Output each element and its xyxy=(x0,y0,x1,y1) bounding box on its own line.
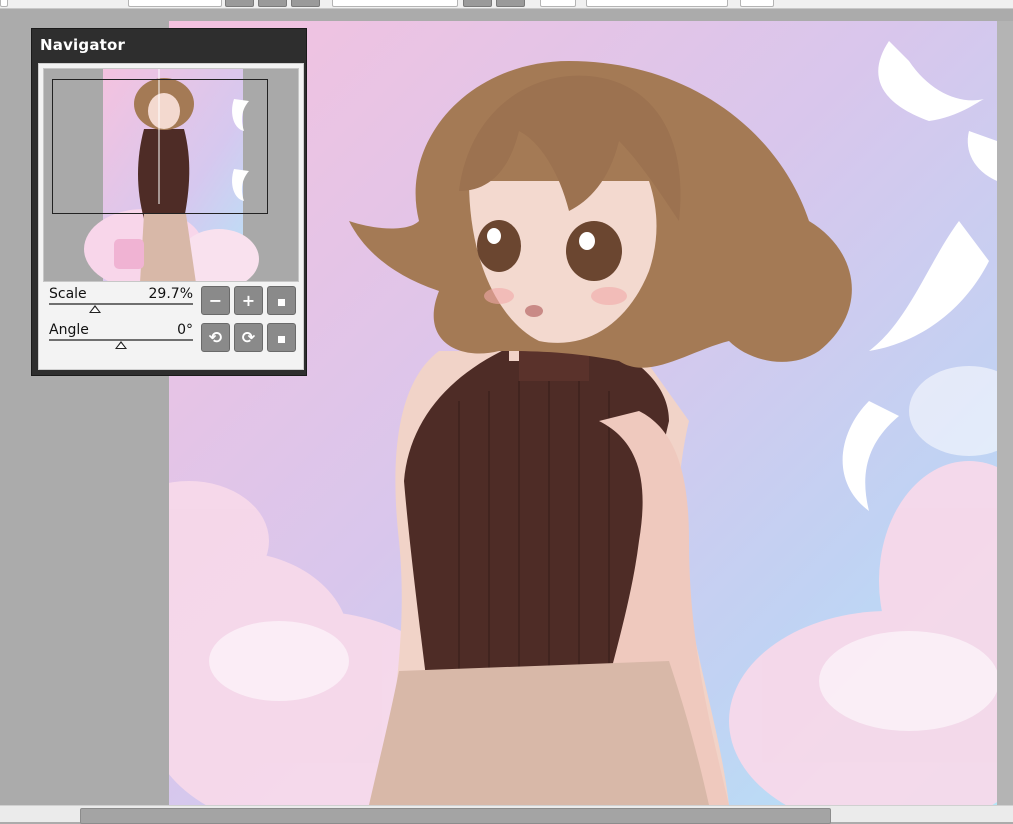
rotate-right-button[interactable]: ⟳ xyxy=(234,323,263,352)
angle-value: 0° xyxy=(177,322,193,338)
toolbar-field[interactable] xyxy=(0,0,8,7)
square-icon xyxy=(278,299,285,306)
toolbar-field[interactable] xyxy=(128,0,222,7)
navigator-panel[interactable]: Navigator Scale 29.7% Angle 0° − + ⟲ ⟳ xyxy=(31,28,307,376)
square-icon xyxy=(278,336,285,343)
scale-label: Scale xyxy=(49,286,87,302)
plus-icon: + xyxy=(241,291,256,310)
horizontal-scrollbar[interactable] xyxy=(0,805,1013,824)
navigator-title: Navigator xyxy=(40,36,126,54)
toolbar-button[interactable] xyxy=(496,0,525,7)
minus-icon: − xyxy=(208,291,223,310)
toolbar-button[interactable] xyxy=(463,0,492,7)
toolbar-button[interactable] xyxy=(258,0,287,7)
viewport-rectangle[interactable] xyxy=(52,79,268,214)
navigator-preview[interactable] xyxy=(43,68,299,282)
scale-slider-thumb[interactable] xyxy=(89,305,102,313)
navigator-body: Scale 29.7% Angle 0° − + ⟲ ⟳ xyxy=(38,63,304,370)
toolbar-button[interactable] xyxy=(291,0,320,7)
toolbar-field[interactable] xyxy=(740,0,774,7)
toolbar-button[interactable] xyxy=(225,0,254,7)
scale-value: 29.7% xyxy=(148,286,193,302)
rotate-right-icon: ⟳ xyxy=(241,328,256,347)
toolbar-field[interactable] xyxy=(586,0,728,7)
toolbar-field[interactable] xyxy=(332,0,458,7)
canvas-edge xyxy=(997,21,1013,805)
scrollbar-thumb[interactable] xyxy=(80,808,831,824)
reset-angle-button[interactable] xyxy=(267,323,296,352)
top-toolbar xyxy=(0,0,1013,9)
angle-slider-thumb[interactable] xyxy=(115,341,127,349)
zoom-in-button[interactable]: + xyxy=(234,286,263,315)
reset-zoom-button[interactable] xyxy=(267,286,296,315)
rotate-left-icon: ⟲ xyxy=(208,328,223,347)
angle-label: Angle xyxy=(49,322,89,338)
rotate-left-button[interactable]: ⟲ xyxy=(201,323,230,352)
toolbar-field[interactable] xyxy=(540,0,576,7)
scale-slider-track[interactable] xyxy=(49,303,193,305)
zoom-out-button[interactable]: − xyxy=(201,286,230,315)
